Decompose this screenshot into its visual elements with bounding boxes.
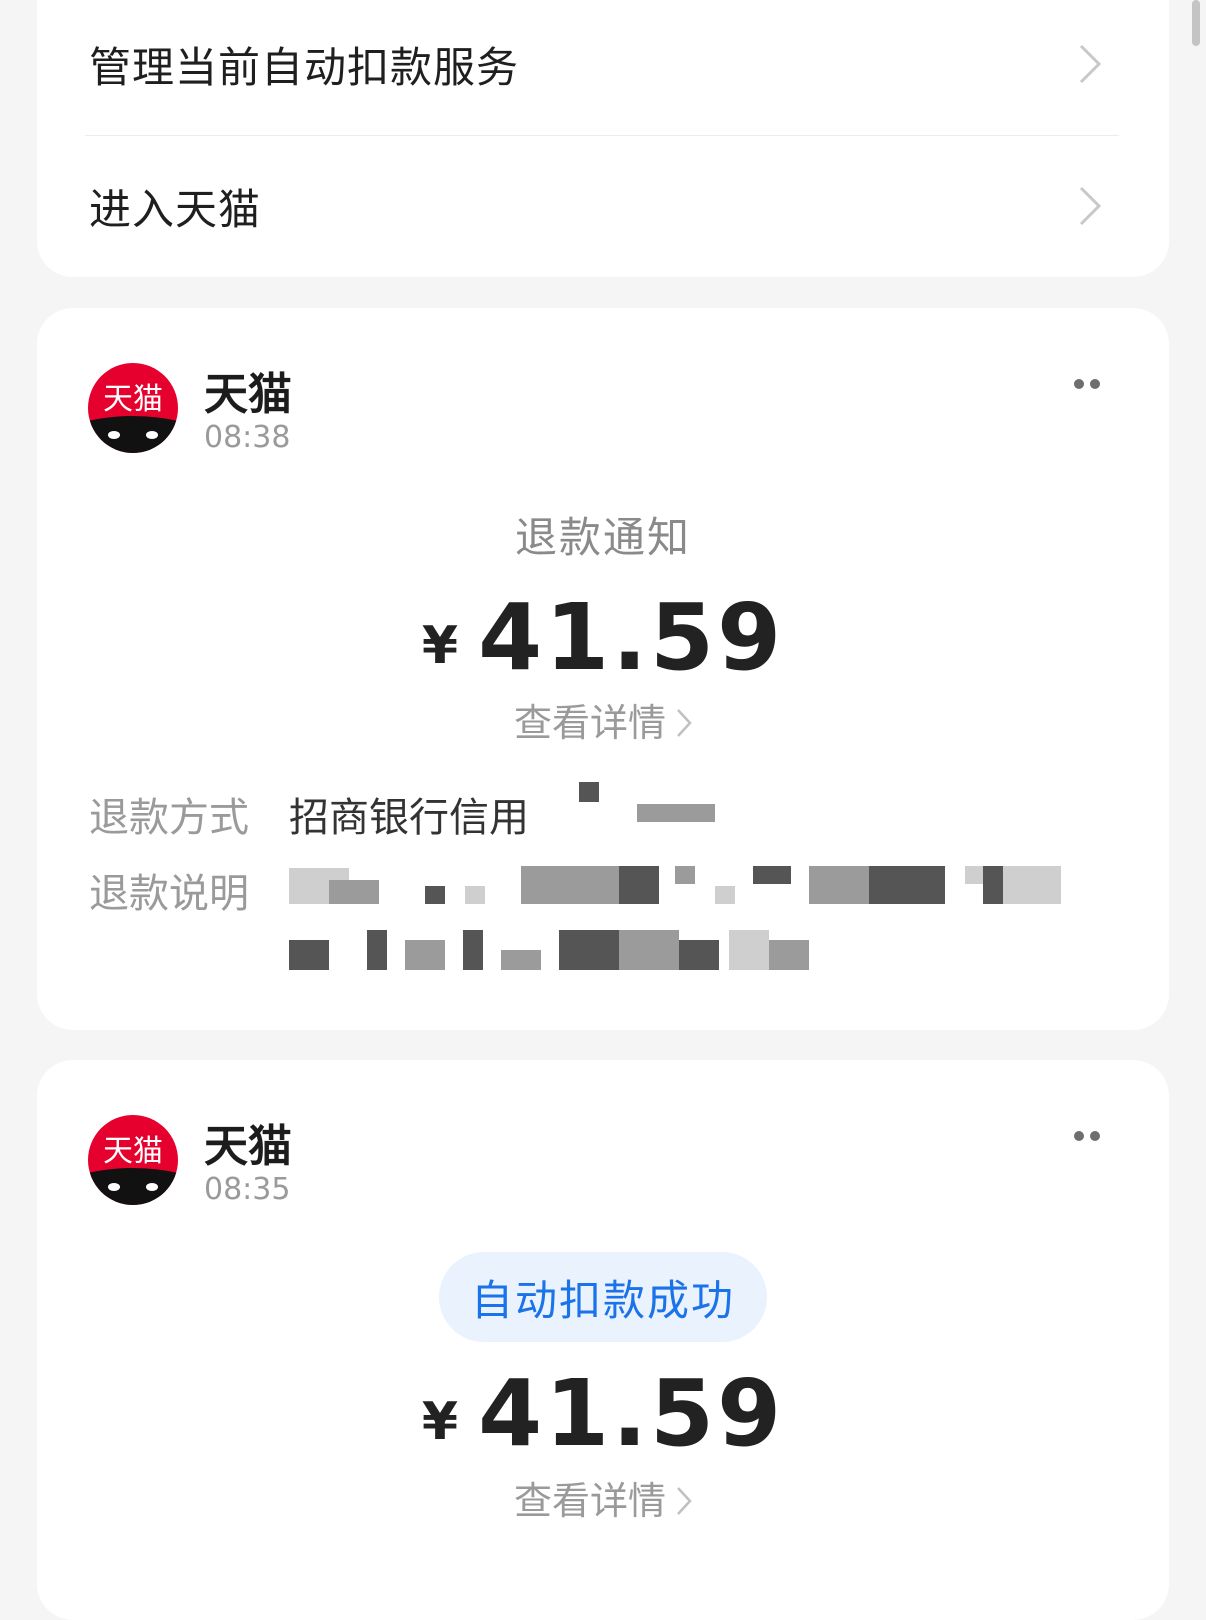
redacted-block — [367, 930, 387, 970]
refund-note-key: 退款说明 — [89, 871, 249, 917]
redacted-block — [983, 866, 1003, 904]
amount: ¥41.59 — [37, 584, 1169, 691]
refund-note-row: 退款说明 — [89, 866, 1129, 970]
refund-method-key: 退款方式 — [89, 795, 249, 841]
chevron-right-icon — [677, 709, 692, 737]
view-details-link[interactable]: 查看详情 — [37, 1470, 1169, 1525]
redacted-block — [579, 782, 599, 802]
redacted-block — [729, 930, 769, 970]
avatar-text: 天猫 — [103, 1134, 163, 1169]
redacted-block — [753, 866, 791, 884]
view-details-label: 查看详情 — [513, 701, 666, 745]
menu-item-label: 进入天猫 — [89, 184, 262, 234]
redacted-block — [619, 930, 679, 970]
view-details-link[interactable]: 查看详情 — [37, 692, 1169, 747]
redacted-block — [289, 940, 329, 970]
redacted-block — [1003, 866, 1061, 904]
redacted-block — [679, 940, 719, 970]
menu-item-enter-tmall[interactable]: 进入天猫 — [89, 136, 1117, 276]
status-badge: 自动扣款成功 — [439, 1252, 767, 1342]
sender-name: 天猫 — [204, 1121, 292, 1172]
refund-method-row: 退款方式 招商银行信用 — [89, 782, 1129, 846]
menu-item-manage-auto-debit[interactable]: 管理当前自动扣款服务 — [89, 0, 1117, 134]
redacted-block — [769, 940, 809, 970]
redacted-block — [715, 886, 735, 904]
redacted-block — [329, 880, 379, 904]
redacted-block — [559, 930, 619, 970]
chevron-right-icon — [677, 1487, 692, 1515]
redacted-block — [463, 930, 483, 970]
redacted-block — [619, 866, 659, 904]
view-details-label: 查看详情 — [513, 1479, 666, 1523]
chevron-right-icon — [1079, 186, 1102, 226]
refund-method-value: 招商银行信用 — [289, 782, 1129, 846]
notice-title: 退款通知 — [514, 513, 691, 562]
message-time: 08:38 — [204, 420, 291, 455]
redacted-block — [809, 866, 869, 904]
more-dot — [1090, 1131, 1100, 1141]
more-options-button[interactable] — [1071, 1126, 1105, 1146]
chevron-right-icon — [1079, 44, 1102, 84]
message-time: 08:35 — [204, 1172, 291, 1207]
redacted-block — [405, 940, 445, 970]
redacted-block — [965, 866, 985, 884]
avatar-text: 天猫 — [103, 382, 163, 417]
more-dot — [1090, 379, 1100, 389]
redacted-block — [425, 886, 445, 904]
currency-symbol: ¥ — [421, 616, 459, 676]
refund-note-redacted — [289, 866, 1129, 970]
redacted-block — [869, 866, 945, 904]
amount-value: 41.59 — [478, 1360, 785, 1467]
currency-symbol: ¥ — [421, 1392, 459, 1452]
tmall-logo-icon: 天猫 — [88, 363, 178, 453]
sender-name: 天猫 — [204, 369, 292, 420]
service-menu-card: 管理当前自动扣款服务 进入天猫 — [37, 0, 1169, 277]
message-card-auto-debit[interactable]: 天猫 天猫 08:35 自动扣款成功 ¥41.59 查看详情 — [37, 1060, 1169, 1620]
more-dot — [1074, 379, 1084, 389]
redacted-block — [675, 866, 695, 884]
redacted-block — [637, 804, 715, 822]
amount-value: 41.59 — [478, 584, 785, 691]
redacted-block — [465, 886, 485, 904]
scrollbar[interactable] — [1192, 0, 1200, 46]
more-dot — [1074, 1131, 1084, 1141]
menu-item-label: 管理当前自动扣款服务 — [89, 42, 520, 92]
more-options-button[interactable] — [1071, 374, 1105, 394]
tmall-logo-icon: 天猫 — [88, 1115, 178, 1205]
redacted-block — [501, 950, 541, 970]
message-card-refund[interactable]: 天猫 天猫 08:38 退款通知 ¥41.59 查看详情 退款方式 招商银行信用… — [37, 308, 1169, 1030]
refund-method-text: 招商银行信用 — [289, 795, 529, 841]
amount: ¥41.59 — [37, 1360, 1169, 1467]
